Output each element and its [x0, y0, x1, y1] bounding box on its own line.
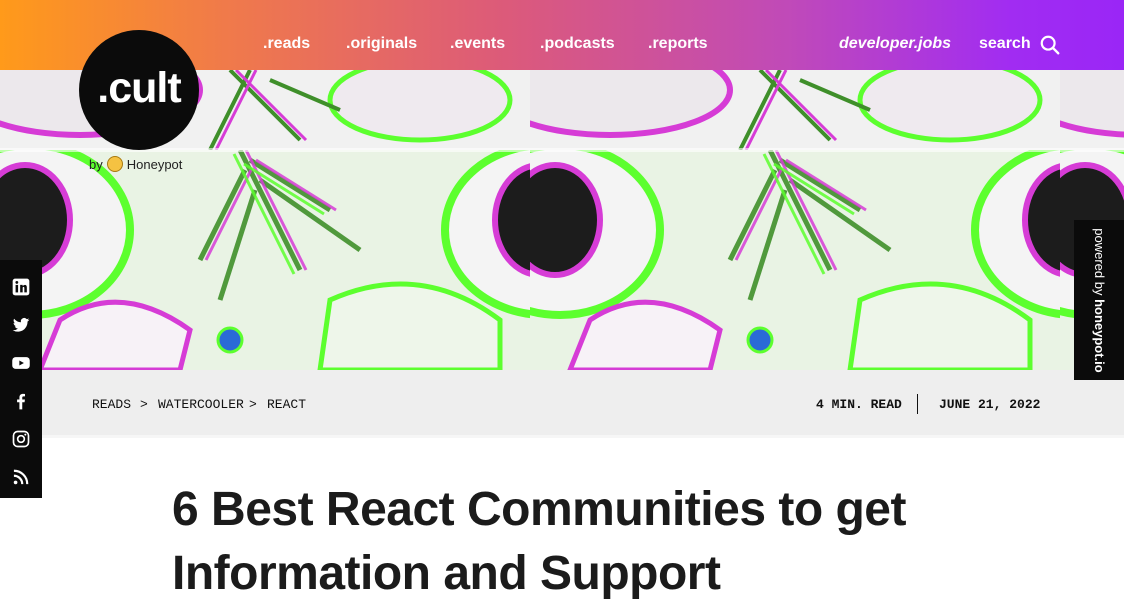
- facebook-icon[interactable]: [10, 390, 32, 412]
- breadcrumb: READS > WATERCOOLER > REACT 4 MIN. READ …: [0, 370, 1124, 438]
- breadcrumb-reads[interactable]: READS: [92, 397, 131, 412]
- publish-date: JUNE 21, 2022: [939, 397, 1041, 412]
- cult-logo[interactable]: .cult: [79, 30, 199, 150]
- search-button[interactable]: search: [979, 35, 1031, 53]
- logo-text: .cult: [97, 63, 181, 112]
- powered-prefix: powered by: [1091, 227, 1107, 299]
- honeypot-bee-icon: [106, 156, 123, 172]
- breadcrumb-watercooler[interactable]: WATERCOOLER: [158, 397, 244, 412]
- byline-name: Honeypot: [126, 156, 183, 172]
- search-icon[interactable]: [1039, 34, 1061, 56]
- nav-reads[interactable]: .reads: [263, 35, 310, 53]
- meta-divider: [917, 394, 918, 414]
- nav-events[interactable]: .events: [450, 35, 505, 53]
- nav-developer-jobs[interactable]: developer.jobs: [839, 35, 951, 53]
- page-title: 6 Best React Communities to get Informat…: [172, 483, 906, 600]
- powered-name: honeypot.io: [1091, 298, 1107, 373]
- social-rail: [0, 260, 42, 498]
- breadcrumb-react[interactable]: REACT: [267, 397, 306, 412]
- nav-reports[interactable]: .reports: [648, 35, 708, 53]
- nav-podcasts[interactable]: .podcasts: [540, 35, 615, 53]
- byline: by Honeypot: [89, 156, 182, 172]
- instagram-icon[interactable]: [10, 428, 32, 450]
- nav-originals[interactable]: .originals: [346, 35, 417, 53]
- powered-by-text: powered by honeypot.io: [1092, 228, 1107, 373]
- breadcrumb-separator: >: [140, 397, 148, 412]
- read-time: 4 MIN. READ: [816, 397, 902, 412]
- byline-prefix: by: [89, 156, 103, 172]
- linkedin-icon[interactable]: [10, 276, 32, 298]
- breadcrumb-separator: >: [249, 397, 257, 412]
- twitter-icon[interactable]: [10, 314, 32, 336]
- youtube-icon[interactable]: [10, 352, 32, 374]
- rss-icon[interactable]: [10, 466, 32, 488]
- powered-by-honeypot-tab[interactable]: powered by honeypot.io: [1074, 220, 1124, 380]
